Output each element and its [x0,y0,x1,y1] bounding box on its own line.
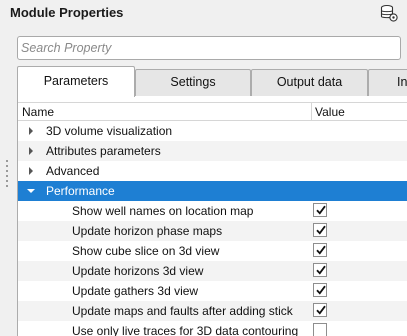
panel-title: Module Properties [10,5,124,20]
group-label: Performance [46,184,115,198]
property-label: Update horizons 3d view [72,264,204,278]
tab-bar: Parameters Settings Output data Inf [17,66,407,97]
tab-output-data[interactable]: Output data [251,69,368,96]
group-label: Advanced [46,164,100,178]
group-row-3d-volume-visualization[interactable]: 3D volume visualization [18,121,407,141]
expand-arrow-icon[interactable] [29,147,33,155]
table-header: Name Value [18,102,407,121]
property-checkbox[interactable] [313,243,327,257]
property-label: Use only live traces for 3D data contour… [72,324,299,336]
group-row-advanced[interactable]: Advanced [18,161,407,181]
property-row: Update horizons 3d view [18,261,407,281]
property-checkbox[interactable] [313,223,327,237]
property-row: Show cube slice on 3d view [18,241,407,261]
search-property-input[interactable] [17,36,401,60]
group-row-performance[interactable]: Performance [18,181,407,201]
property-row: Update maps and faults after adding stic… [18,301,407,321]
tab-settings[interactable]: Settings [135,69,251,96]
database-settings-icon[interactable] [380,4,398,22]
property-row: Show well names on location map [18,201,407,221]
property-checkbox[interactable] [313,323,327,336]
expand-arrow-icon[interactable] [29,167,33,175]
collapse-arrow-icon[interactable] [27,189,35,193]
expand-arrow-icon[interactable] [29,127,33,135]
property-table: Name Value 3D volume visualization Attri… [17,96,407,336]
property-row: Update horizon phase maps [18,221,407,241]
property-label: Show well names on location map [72,204,254,218]
column-separator[interactable] [311,103,312,121]
column-header-name[interactable]: Name [22,105,54,119]
property-checkbox[interactable] [313,263,327,277]
property-label: Show cube slice on 3d view [72,244,220,258]
property-row: Update gathers 3d view [18,281,407,301]
property-label: Update maps and faults after adding stic… [72,304,293,318]
property-checkbox[interactable] [313,283,327,297]
property-row: Use only live traces for 3D data contour… [18,321,407,336]
group-label: Attributes parameters [46,144,161,158]
module-properties-panel: Module Properties Parameters Settings Ou… [0,0,407,336]
panel-header: Module Properties [0,0,407,26]
property-label: Update horizon phase maps [72,224,223,238]
property-checkbox[interactable] [313,303,327,317]
group-label: 3D volume visualization [46,124,173,138]
tab-parameters[interactable]: Parameters [17,66,135,97]
tab-info[interactable]: Inf [368,69,407,96]
group-row-attributes-parameters[interactable]: Attributes parameters [18,141,407,161]
column-header-value[interactable]: Value [315,105,345,119]
property-label: Update gathers 3d view [72,284,199,298]
splitter-handle[interactable] [6,160,8,200]
property-checkbox[interactable] [313,203,327,217]
